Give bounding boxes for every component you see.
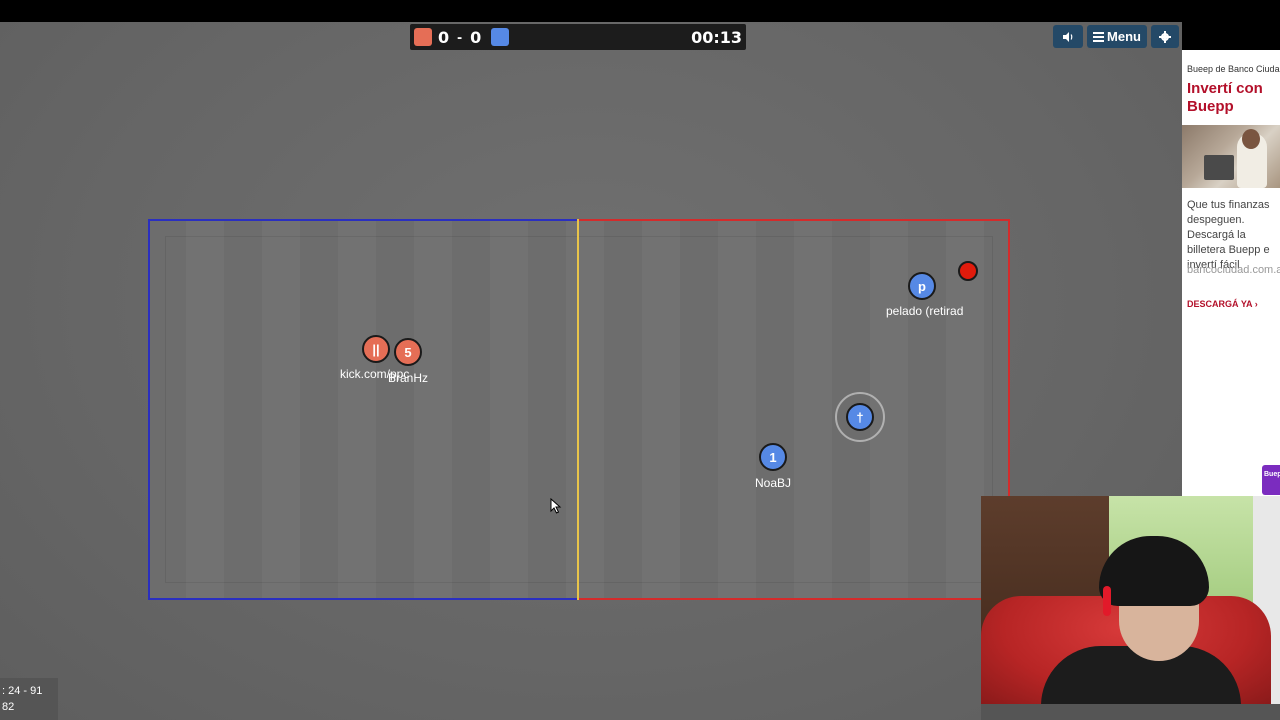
top-bar [0, 0, 1280, 22]
gear-icon [1159, 30, 1171, 43]
stats-line: 82 [2, 701, 15, 713]
player-blue-2: † [846, 403, 874, 431]
hamburger-icon [1093, 31, 1105, 42]
red-score: 0 [438, 27, 450, 47]
player-name: NoaBJ [755, 476, 792, 490]
player-avatar: 5 [404, 344, 412, 360]
score-separator: - [457, 28, 463, 46]
chevron-right-icon: › [1254, 299, 1258, 309]
stats-line: : 24 - 91 [2, 685, 43, 697]
player-blue-1: p [908, 272, 936, 300]
head-shape [1242, 129, 1260, 149]
player-name: pelado (retirad [886, 304, 964, 318]
webcam-overlay [981, 496, 1280, 704]
player-avatar: † [856, 409, 864, 425]
red-team-indicator [414, 28, 432, 46]
ad-cta-link[interactable]: DESCARGÁ YA › [1187, 299, 1258, 309]
match-timer: 00:13 [691, 27, 742, 47]
blue-score: 0 [470, 27, 482, 47]
laptop-shape [1204, 155, 1234, 180]
blue-side-boundary [148, 219, 578, 600]
player-blue-3: 1 [759, 443, 787, 471]
player-avatar: || [372, 341, 380, 357]
ad-url[interactable]: bancociudad.com.ar [1187, 264, 1280, 276]
blue-team-indicator [491, 28, 510, 46]
menu-button[interactable]: Menu [1087, 25, 1147, 48]
ad-source: Bueep de Banco Ciudad [1187, 64, 1280, 74]
stats-panel: : 24 - 91 82 [0, 678, 58, 720]
player-name: BranHz [388, 371, 429, 385]
ad-headline[interactable]: Invertí con Buepp [1187, 80, 1280, 116]
speaker-icon [1063, 31, 1073, 42]
ad-cta-label: DESCARGÁ YA [1187, 299, 1253, 309]
mouse-cursor-icon [550, 498, 562, 514]
ad-image[interactable] [1182, 125, 1280, 188]
player-red-2: 5 [394, 338, 422, 366]
sound-button[interactable] [1053, 25, 1083, 48]
ad-badge[interactable]: Buepp [1262, 465, 1280, 495]
settings-button[interactable] [1151, 25, 1179, 48]
player-red-1: || [362, 335, 390, 363]
webcam-headset [1103, 586, 1111, 616]
ball [958, 261, 978, 281]
scoreboard: 0 - 0 00:13 [410, 24, 746, 50]
red-side-boundary [578, 219, 1010, 600]
center-line [577, 219, 579, 600]
player-avatar: p [918, 278, 926, 294]
ad-banner[interactable]: Bueep de Banco Ciudad Invertí con Buepp … [1182, 50, 1280, 496]
player-avatar: 1 [769, 449, 777, 465]
menu-label: Menu [1107, 29, 1141, 44]
ad-body: Que tus finanzas despeguen. Descargá la … [1187, 199, 1270, 271]
webcam-bottom-strip [981, 704, 1280, 720]
